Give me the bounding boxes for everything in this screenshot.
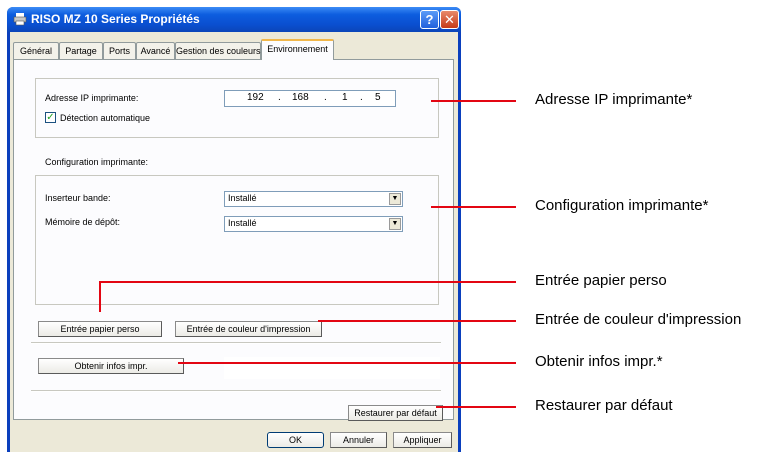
close-button[interactable]: ✕: [440, 10, 459, 29]
callout-line-custom-paper-vertical: [99, 281, 101, 312]
callout-line-print-color: [318, 320, 516, 322]
title-bar[interactable]: RISO MZ 10 Series Propriétés ? ✕: [7, 7, 461, 32]
tab-environnement[interactable]: Environnement: [261, 39, 334, 60]
printer-config-heading: Configuration imprimante:: [45, 157, 149, 167]
auto-detect-checkbox[interactable]: ✓: [45, 112, 56, 123]
auto-detect-label: Détection automatique: [60, 113, 151, 123]
ip-octet-2: 168: [292, 92, 309, 103]
window-title: RISO MZ 10 Series Propriétés: [31, 12, 200, 26]
cancel-button[interactable]: Annuler: [330, 432, 387, 448]
ok-button[interactable]: OK: [267, 432, 324, 448]
callout-get-info: Obtenir infos impr.*: [535, 353, 663, 370]
print-color-entry-button[interactable]: Entrée de couleur d'impression: [175, 321, 322, 337]
printer-info-field: [224, 357, 440, 379]
tab-ports[interactable]: Ports: [103, 42, 136, 59]
insertion-band-select[interactable]: Installé ▼: [224, 191, 403, 207]
restore-defaults-button[interactable]: Restaurer par défaut: [348, 405, 443, 421]
insertion-band-value: Installé: [228, 193, 257, 203]
callout-line-ip: [431, 100, 516, 102]
depot-memory-value: Installé: [228, 218, 257, 228]
depot-memory-label: Mémoire de dépôt:: [45, 217, 121, 227]
callout-print-color-entry: Entrée de couleur d'impression: [535, 311, 742, 328]
separator: [31, 342, 441, 344]
ip-address-field[interactable]: 192 . 168 . 1 . 5: [224, 90, 396, 107]
callout-line-restore: [436, 406, 516, 408]
ip-octet-1: 192: [247, 92, 264, 103]
tab-avance[interactable]: Avancé: [136, 42, 175, 59]
dialog-client-area: Général Partage Ports Avancé Gestion des…: [10, 32, 458, 452]
help-button[interactable]: ?: [420, 10, 439, 29]
callout-ip-address: Adresse IP imprimante*: [535, 91, 693, 108]
callout-restore-defaults: Restaurer par défaut: [535, 397, 673, 414]
ip-dot-1: .: [278, 92, 281, 103]
custom-paper-button[interactable]: Entrée papier perso: [38, 321, 162, 337]
callout-printer-config: Configuration imprimante*: [535, 197, 709, 214]
separator: [31, 390, 441, 392]
chevron-down-icon[interactable]: ▼: [389, 218, 401, 230]
depot-memory-select[interactable]: Installé ▼: [224, 216, 403, 232]
apply-button[interactable]: Appliquer: [393, 432, 452, 448]
tab-gestion-couleurs[interactable]: Gestion des couleurs: [175, 42, 261, 59]
ip-address-group: [35, 78, 439, 138]
callout-line-get-info: [178, 362, 516, 364]
callout-line-config: [431, 206, 516, 208]
tab-general[interactable]: Général: [13, 42, 59, 59]
properties-dialog: RISO MZ 10 Series Propriétés ? ✕ Général…: [7, 7, 461, 452]
callout-custom-paper: Entrée papier perso: [535, 272, 667, 289]
ip-octet-3: 1: [342, 92, 348, 103]
insertion-band-label: Inserteur bande:: [45, 193, 111, 203]
ip-address-label: Adresse IP imprimante:: [45, 93, 139, 103]
get-printer-info-button[interactable]: Obtenir infos impr.: [38, 358, 184, 374]
chevron-down-icon[interactable]: ▼: [389, 193, 401, 205]
ip-dot-3: .: [360, 92, 363, 103]
printer-icon: [13, 13, 27, 26]
ip-dot-2: .: [324, 92, 327, 103]
ip-octet-4: 5: [375, 92, 381, 103]
callout-line-custom-paper: [99, 281, 516, 283]
tab-partage[interactable]: Partage: [59, 42, 103, 59]
